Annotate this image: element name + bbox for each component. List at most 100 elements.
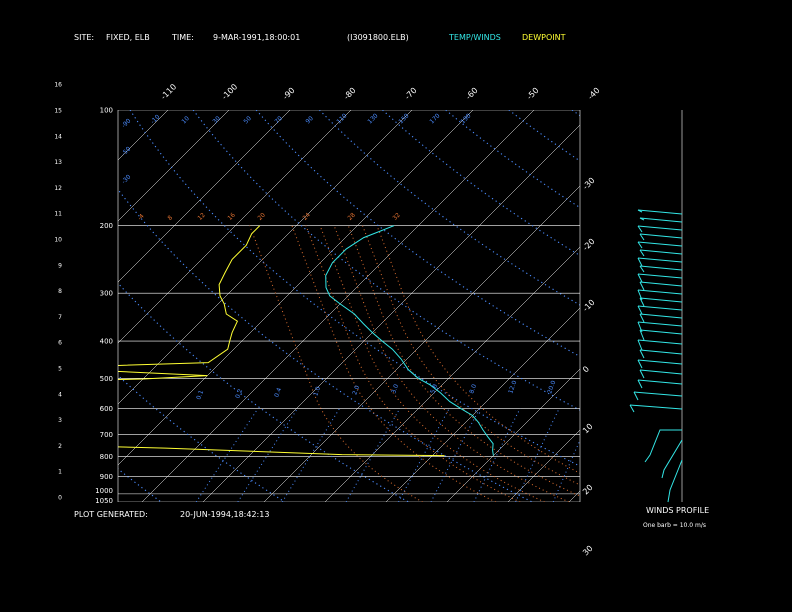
wind-barb-flag xyxy=(639,281,645,291)
dry-adiabat-line xyxy=(635,110,792,502)
dry-adiabat-label: 150 xyxy=(397,112,410,125)
isotherm-line xyxy=(118,110,169,161)
pressure-tick-label: 600 xyxy=(100,405,113,413)
wind-barb-flag xyxy=(629,404,635,413)
isotherm-top-label: -110 xyxy=(159,82,178,101)
isotherm-right-label: 0 xyxy=(581,364,591,374)
dry-adiabat-line xyxy=(129,110,580,467)
wind-barb-low xyxy=(644,429,682,463)
dry-adiabat-line xyxy=(118,282,409,502)
pressure-tick-label: 100 xyxy=(100,107,113,115)
wind-barb-shaft xyxy=(639,233,683,239)
wind-barb-flag xyxy=(637,273,643,283)
isotherm-top-label: -100 xyxy=(220,82,239,101)
isotherm-line xyxy=(118,110,474,466)
dewpoint-series-line xyxy=(118,225,445,457)
isotherm-line xyxy=(263,185,580,502)
isotherm-top-label: -80 xyxy=(342,86,358,102)
height-tick-label: 13 xyxy=(54,159,62,166)
wind-barb-shaft xyxy=(639,281,683,287)
pressure-tick-label: 800 xyxy=(100,453,113,461)
mixing-ratio-line xyxy=(603,409,641,502)
wind-barb-flag xyxy=(637,359,643,369)
isotherm-line xyxy=(752,110,792,502)
height-tick-label: 4 xyxy=(58,391,62,398)
moist-adiabat-label: -4 xyxy=(136,213,145,222)
wind-barb-flag xyxy=(639,233,645,241)
pressure-tick-label: 700 xyxy=(100,431,113,439)
height-tick-label: 15 xyxy=(54,108,62,115)
dry-adiabat-label: 70 xyxy=(273,115,283,125)
isotherm-line xyxy=(324,246,580,502)
plot-area xyxy=(0,110,792,502)
height-tick-label: 7 xyxy=(58,314,62,321)
isotherm-right-label: -10 xyxy=(581,298,597,314)
moist-adiabat-line xyxy=(249,225,423,502)
wind-barb-flag xyxy=(633,391,639,401)
mixing-ratio-label: 3.0 xyxy=(390,383,400,395)
moist-adiabat-line xyxy=(305,225,521,502)
height-tick-label: 11 xyxy=(54,211,62,218)
dry-adiabat-label: -30 xyxy=(120,173,132,185)
wind-barb-flag xyxy=(639,349,645,359)
height-tick-label: 9 xyxy=(58,262,62,269)
wind-barb-flag xyxy=(639,313,645,323)
moist-adiabat-label: 32 xyxy=(391,211,401,221)
moist-adiabat-line xyxy=(362,225,580,486)
dry-adiabat-line xyxy=(118,468,162,502)
wind-barb-shaft xyxy=(637,209,683,215)
wind-barb-flag xyxy=(637,305,643,315)
moist-adiabat-label: 8 xyxy=(166,214,174,222)
isotherm-line xyxy=(0,110,46,502)
mixing-ratio-label: 0.1 xyxy=(195,389,205,401)
wind-barb-shaft xyxy=(639,249,683,255)
mixing-ratio-label: 0.2 xyxy=(234,388,244,400)
pressure-tick-label: 1000 xyxy=(95,487,113,495)
dry-adiabat-line xyxy=(319,110,580,306)
wind-barb-shaft xyxy=(639,349,683,355)
wind-barb-shaft xyxy=(637,305,683,311)
height-tick-label: 6 xyxy=(58,340,62,347)
pressure-tick-label: 200 xyxy=(100,222,113,230)
dry-adiabat-label: -10 xyxy=(149,113,161,125)
wind-barb-shaft xyxy=(639,217,683,223)
wind-barb-low xyxy=(661,439,683,479)
wind-barb-flag xyxy=(639,265,645,273)
dry-adiabat-line xyxy=(0,110,37,502)
wind-barb-shaft xyxy=(637,321,683,327)
isotherm-top-label: -50 xyxy=(525,86,541,102)
dry-adiabat-label: -90 xyxy=(120,117,132,129)
height-tick-label: 14 xyxy=(54,133,62,140)
isotherm-top-label: -60 xyxy=(464,86,480,102)
isotherm-line xyxy=(691,110,792,502)
wind-barb-shaft xyxy=(637,289,683,295)
wind-barb-shaft xyxy=(639,265,683,271)
isotherm-right-label: 30 xyxy=(581,544,595,558)
wind-barb-flag xyxy=(637,225,643,233)
wind-barb-shaft xyxy=(637,225,683,231)
moist-adiabat-line xyxy=(347,225,580,497)
isotherm-right-label: 20 xyxy=(581,483,595,497)
wind-barb-shaft xyxy=(637,241,683,247)
wind-barb-shaft xyxy=(629,404,683,410)
wind-barb-flag xyxy=(639,249,645,257)
mixing-ratio-label: 0.4 xyxy=(273,387,283,399)
mixing-ratio-label: 20.0 xyxy=(546,380,557,395)
wind-barb-low xyxy=(667,459,683,503)
moist-adiabat-label: 28 xyxy=(346,211,356,221)
isotherm-right-label: -30 xyxy=(581,176,597,192)
wind-barb-shaft xyxy=(637,273,683,279)
isotherm-line xyxy=(446,368,580,502)
dry-adiabat-label: 30 xyxy=(211,115,221,125)
moist-adiabat-line xyxy=(291,225,497,502)
wind-barb-shaft xyxy=(637,339,683,345)
wind-barb-shaft xyxy=(639,313,683,319)
moist-adiabat-label: 20 xyxy=(256,211,266,221)
pressure-tick-label: 1050 xyxy=(95,497,113,505)
height-tick-label: 8 xyxy=(58,288,62,295)
dry-adiabat-label: 90 xyxy=(304,115,314,125)
dry-adiabat-line xyxy=(445,110,580,209)
dry-adiabat-label: 10 xyxy=(180,115,190,125)
dry-adiabat-label: 130 xyxy=(366,112,379,125)
dry-adiabat-line xyxy=(255,110,580,358)
